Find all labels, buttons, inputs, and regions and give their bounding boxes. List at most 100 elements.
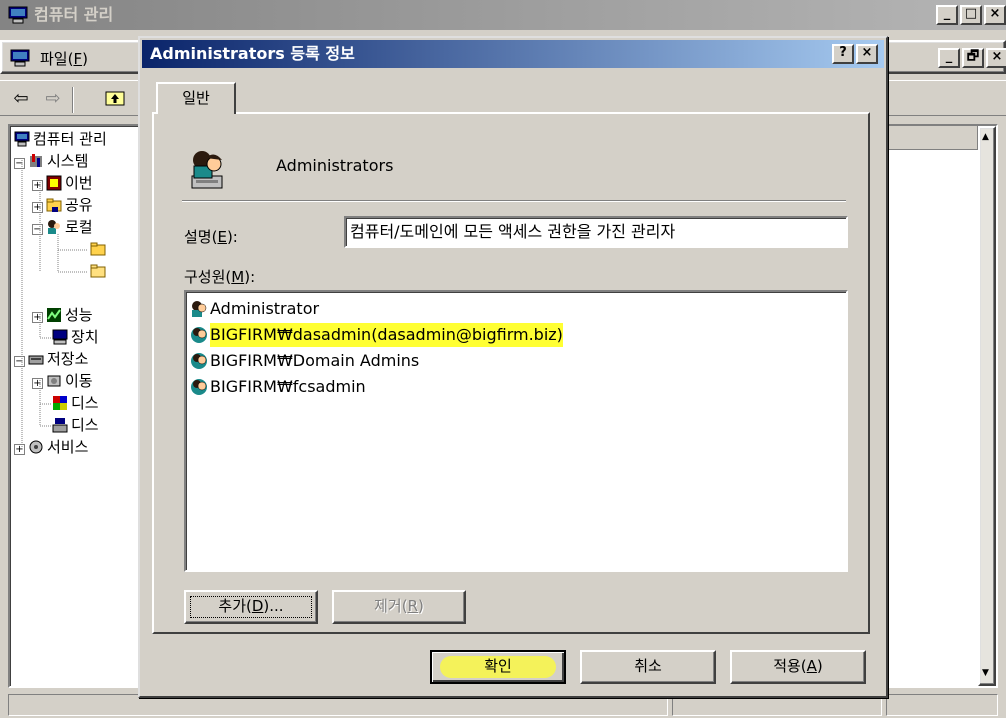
scroll-down-icon[interactable]: ▼: [982, 668, 989, 678]
help-button[interactable]: ?: [832, 44, 854, 64]
collapse-icon[interactable]: −: [14, 356, 25, 367]
remove-button-label: 제거(: [374, 597, 408, 615]
apply-button[interactable]: 적용(A): [730, 650, 866, 684]
member-name: BIGFIRM₩fcsadmin: [210, 377, 366, 396]
vertical-scrollbar[interactable]: ▲ ▼: [978, 126, 996, 686]
domain-user-icon: [190, 326, 208, 344]
tree-item-shared-folders[interactable]: + 공유: [32, 194, 93, 216]
tree-item-storage[interactable]: − 저장소: [14, 348, 88, 370]
tree-item-label: 성능: [65, 306, 93, 324]
close-button[interactable]: ×: [984, 5, 1006, 25]
members-list[interactable]: Administrator BIGFIRM₩dasadmin(dasadmin@…: [184, 290, 848, 572]
group-icon: [191, 151, 223, 189]
focus-indicator: [190, 596, 312, 618]
group-name: Administrators: [276, 156, 394, 175]
ok-button[interactable]: 확인: [430, 650, 566, 684]
expand-icon[interactable]: +: [32, 180, 43, 191]
apply-button-label-end: ): [816, 657, 823, 675]
back-arrow-icon[interactable]: ⇦: [8, 88, 34, 112]
expand-icon[interactable]: +: [32, 378, 43, 389]
remove-button-label-end: ): [418, 597, 424, 615]
tree-item-label: 공유: [65, 196, 93, 214]
description-label-end: ):: [226, 228, 238, 246]
tree-item-performance-logs[interactable]: + 성능: [32, 304, 93, 326]
dialog-close-button[interactable]: ×: [856, 44, 878, 64]
tree-item-removable-storage[interactable]: + 이동: [32, 370, 93, 392]
tree-item-label: 서비스: [47, 438, 89, 456]
details-pane[interactable]: ▲ ▼: [880, 124, 998, 688]
console-icon[interactable]: [10, 49, 30, 67]
tab-panel-general: Administrators 설명(E): 컴퓨터/도메인에 모든 액세스 권한…: [152, 112, 870, 634]
disk-management-icon: [52, 417, 68, 433]
member-name: Administrator: [210, 299, 320, 318]
tree-item-label: 이동: [65, 372, 93, 390]
description-field[interactable]: 컴퓨터/도메인에 모든 액세스 권한을 가진 관리자: [344, 216, 848, 248]
doc-restore-button[interactable]: 🗗: [962, 48, 984, 68]
services-icon: [28, 439, 44, 455]
tree-item-disk-management[interactable]: 디스: [52, 414, 99, 436]
maximize-button[interactable]: □: [960, 5, 982, 25]
folder-icon: [90, 241, 106, 257]
tree-item-label: 저장소: [47, 350, 89, 368]
forward-arrow-icon[interactable]: ⇨: [40, 88, 66, 112]
console-tree[interactable]: 컴퓨터 관리 − 시스템 + 이번 + 공유 − 로컬 + 성능 장치 − 저장소 + 이동 …: [8, 124, 140, 688]
tree-item-label: 디스: [71, 394, 99, 412]
column-header[interactable]: [882, 126, 978, 150]
main-window-titlebar: 컴퓨터 관리 _ □ ×: [0, 0, 1006, 30]
performance-icon: [46, 307, 62, 323]
minimize-button[interactable]: _: [936, 5, 958, 25]
member-item-domain-admins[interactable]: BIGFIRM₩Domain Admins: [190, 348, 842, 374]
cancel-button[interactable]: 취소: [580, 650, 716, 684]
user-icon: [190, 300, 208, 318]
menu-file[interactable]: 파일(F): [40, 48, 88, 69]
tree-item-local-users[interactable]: − 로컬: [32, 216, 93, 238]
tree-item-event-viewer[interactable]: + 이번: [32, 172, 93, 194]
menu-file-label: 파일(: [40, 50, 74, 68]
member-name: BIGFIRM₩Domain Admins: [210, 351, 420, 370]
tree-item-label: 컴퓨터 관리: [33, 130, 107, 148]
doc-close-button[interactable]: ×: [986, 48, 1006, 68]
tree-item-computer-management[interactable]: 컴퓨터 관리: [14, 128, 107, 150]
description-label: 설명(E):: [184, 226, 238, 247]
members-label-text: 구성원(: [184, 268, 232, 286]
expand-icon[interactable]: +: [32, 202, 43, 213]
member-item-administrator[interactable]: Administrator: [190, 296, 842, 322]
add-button[interactable]: 추가(D)...: [184, 590, 318, 624]
tree-item-disk-defragmenter[interactable]: 디스: [52, 392, 99, 414]
ok-button-label: 확인: [484, 657, 512, 675]
up-folder-icon[interactable]: [102, 88, 128, 112]
tools-icon: [28, 153, 44, 169]
description-accelerator: E: [217, 228, 227, 246]
menu-file-accelerator: F: [73, 50, 83, 68]
tree-item-users-folder[interactable]: [90, 238, 109, 260]
computer-management-icon: [8, 6, 28, 24]
domain-user-icon: [190, 378, 208, 396]
tab-general[interactable]: 일반: [156, 82, 236, 114]
members-label-end: ):: [244, 268, 256, 286]
scroll-up-icon[interactable]: ▲: [982, 132, 989, 142]
storage-icon: [28, 351, 44, 367]
status-cell-tertiary: [886, 694, 998, 716]
tree-item-services[interactable]: + 서비스: [14, 436, 88, 458]
member-item-fcsadmin[interactable]: BIGFIRM₩fcsadmin: [190, 374, 842, 400]
dialog-title: Administrators 등록 정보: [150, 44, 355, 63]
tree-item-device-manager[interactable]: 장치: [52, 326, 99, 348]
dialog-titlebar[interactable]: Administrators 등록 정보 ? ×: [142, 40, 884, 68]
doc-minimize-button[interactable]: _: [938, 48, 960, 68]
member-item-dasadmin[interactable]: BIGFIRM₩dasadmin(dasadmin@bigfirm.biz): [190, 322, 842, 348]
remove-button-accelerator: R: [407, 597, 419, 615]
description-label-text: 설명(: [184, 228, 218, 246]
properties-dialog: Administrators 등록 정보 ? × 일반 Administrato…: [138, 36, 888, 698]
toolbar-separator: [72, 87, 74, 113]
main-window-title: 컴퓨터 관리: [34, 5, 114, 24]
apply-button-label: 적용(: [773, 657, 807, 675]
remove-button[interactable]: 제거(R): [332, 590, 466, 624]
tree-item-label: 이번: [65, 174, 93, 192]
expand-icon[interactable]: +: [32, 312, 43, 323]
device-manager-icon: [52, 329, 68, 345]
collapse-icon[interactable]: −: [32, 224, 43, 235]
expand-icon[interactable]: +: [14, 444, 25, 455]
tree-item-system-tools[interactable]: − 시스템: [14, 150, 88, 172]
collapse-icon[interactable]: −: [14, 158, 25, 169]
tree-item-groups-folder[interactable]: [90, 260, 109, 282]
